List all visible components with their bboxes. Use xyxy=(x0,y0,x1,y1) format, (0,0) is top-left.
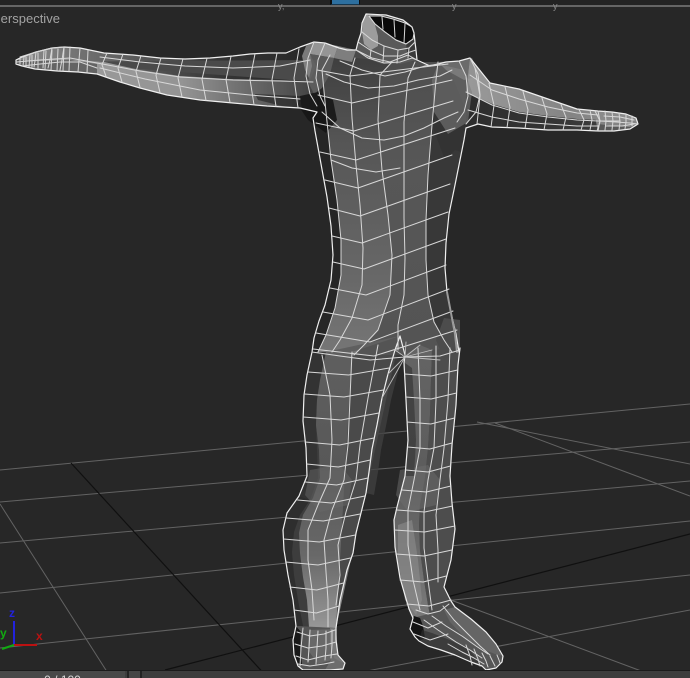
svg-text:y: y xyxy=(0,626,7,640)
svg-text:x: x xyxy=(36,629,43,643)
svg-text:z: z xyxy=(9,606,15,620)
